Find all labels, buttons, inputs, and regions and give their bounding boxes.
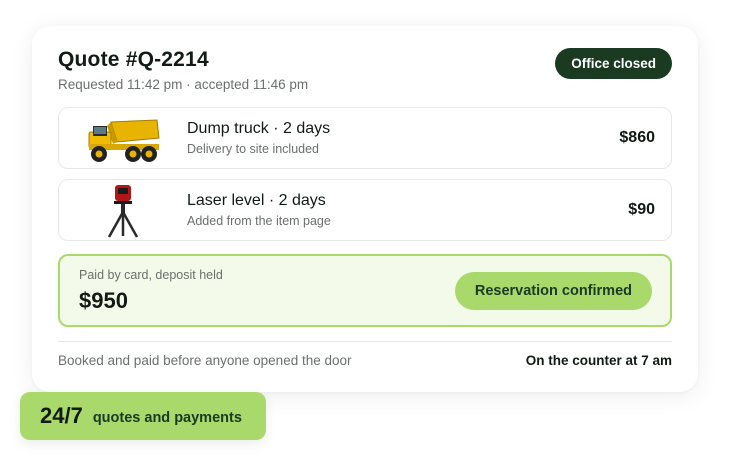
quote-title: Quote #Q-2214 [58,48,209,71]
badge-number: 24/7 [40,403,83,428]
quote-card: Quote #Q-2214 Requested 11:42 pm · accep… [32,26,698,392]
footer-note: Booked and paid before anyone opened the… [58,353,352,368]
payment-label: Paid by card, deposit held [79,268,223,282]
line-item: Dump truck · 2 days Delivery to site inc… [58,107,672,169]
item-price: $90 [628,201,655,218]
availability-badge: 24/7 quotes and payments [20,392,266,440]
badge-text: quotes and payments [92,410,242,426]
dump-truck-icon [88,119,160,162]
item-note: Delivery to site included [187,142,320,156]
payment-amount: $950 [79,288,128,313]
divider [58,341,672,342]
laser-level-icon [107,185,139,238]
footer-pickup-time: On the counter at 7 am [525,353,672,368]
quote-subtitle: Requested 11:42 pm · accepted 11:46 pm [58,77,309,92]
item-note: Added from the item page [187,214,331,228]
item-price: $860 [619,129,655,146]
status-badge: Office closed [555,48,672,79]
item-name: Laser level · 2 days [187,192,326,209]
line-item: Laser level · 2 days Added from the item… [58,179,672,241]
reservation-confirmed-button[interactable]: Reservation confirmed [454,272,652,310]
payment-summary: Paid by card, deposit held $950 Reservat… [58,254,672,327]
item-name: Dump truck · 2 days [187,120,331,137]
